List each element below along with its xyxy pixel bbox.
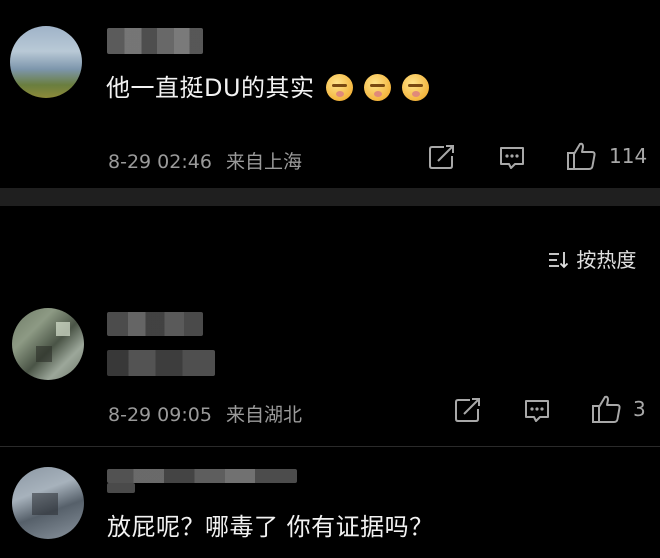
- avatar[interactable]: [12, 308, 84, 380]
- comment-datetime: 8-29 09:05: [108, 404, 212, 426]
- like-button[interactable]: 114: [566, 141, 650, 173]
- thumbs-up-icon: [567, 142, 596, 170]
- sort-icon: [549, 252, 569, 269]
- avatar[interactable]: [10, 26, 82, 98]
- share-icon[interactable]: [454, 397, 482, 423]
- comment-datetime: 8-29 02:46: [108, 151, 212, 173]
- username[interactable]: [107, 312, 203, 336]
- username[interactable]: [107, 28, 203, 54]
- share-icon[interactable]: [428, 144, 456, 170]
- shushing-face-emoji: [401, 74, 429, 101]
- comment-item: 放屁呢？哪毒了 你有证据吗？: [0, 447, 660, 558]
- comment-body: [107, 350, 215, 376]
- sort-button[interactable]: 按热度: [548, 244, 636, 273]
- comment-item: 8-29 09:05 来自湖北 3: [0, 290, 660, 440]
- comment-item: 他一直挺DU的其实 8-29 02:46 来自上海 114: [0, 0, 660, 190]
- comment-location: 来自湖北: [225, 404, 302, 426]
- comment-meta: 8-29 02:46 来自上海: [108, 147, 302, 174]
- sort-label: 按热度: [576, 248, 637, 272]
- comment-icon[interactable]: [523, 398, 551, 424]
- like-count: 3: [633, 397, 646, 421]
- avatar[interactable]: [12, 467, 84, 539]
- comment-body: 放屁呢？哪毒了 你有证据吗？: [107, 513, 434, 541]
- comment-location: 来自上海: [225, 151, 302, 173]
- like-count: 114: [609, 144, 648, 168]
- thumbs-up-icon: [592, 395, 621, 423]
- username[interactable]: [107, 469, 297, 495]
- divider: [0, 188, 660, 206]
- shushing-face-emoji: [363, 74, 391, 101]
- comment-text: 他一直挺DU的其实: [106, 68, 429, 103]
- comment-body: 他一直挺DU的其实: [106, 74, 315, 102]
- comment-meta: 8-29 09:05 来自湖北: [108, 400, 302, 427]
- like-button[interactable]: 3: [591, 394, 651, 426]
- comment-icon[interactable]: [498, 145, 526, 171]
- shushing-face-emoji: [325, 74, 353, 101]
